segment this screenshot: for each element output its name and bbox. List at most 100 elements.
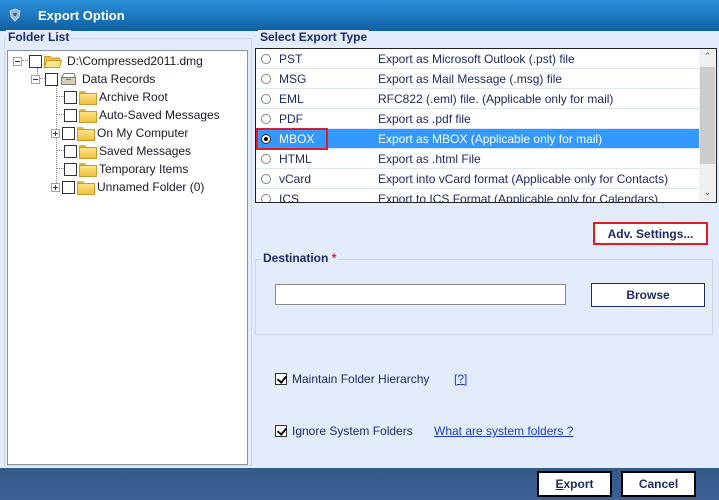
tree-node-temporary-items[interactable]: Temporary Items [64, 160, 188, 178]
footer-bar: Export Cancel [0, 468, 719, 500]
export-option-ics[interactable]: ICS Export to ICS Format (Applicable onl… [256, 189, 699, 203]
folder-icon [79, 109, 97, 123]
export-option-name: ICS [279, 191, 300, 203]
open-folder-icon [44, 55, 62, 68]
export-option-vcard[interactable]: vCard Export into vCard format (Applicab… [256, 169, 699, 189]
destination-input[interactable] [275, 284, 566, 305]
ignore-system-folders-checkbox[interactable] [275, 425, 287, 437]
folder-icon [79, 145, 97, 159]
folder-icon [79, 163, 97, 177]
tree-checkbox[interactable] [29, 54, 42, 68]
folder-icon [77, 181, 95, 195]
export-option-description: RFC822 (.eml) file. (Applicable only for… [378, 91, 614, 106]
export-option-description: Export as MBOX (Applicable only for mail… [378, 131, 603, 146]
tree-node-label: Temporary Items [99, 162, 189, 176]
export-option-name: EML [279, 91, 304, 106]
radio-button[interactable] [261, 54, 271, 64]
tree-checkbox[interactable] [45, 72, 58, 86]
tree-checkbox[interactable] [64, 90, 77, 104]
export-button[interactable]: Export [537, 471, 612, 497]
export-option-msg[interactable]: MSG Export as Mail Message (.msg) file [256, 69, 699, 89]
radio-button[interactable] [261, 154, 271, 164]
required-marker: * [331, 251, 337, 265]
export-option-description: Export as .html File [378, 151, 481, 166]
tree-node-label: Archive Root [99, 90, 168, 104]
tree-connector [56, 114, 64, 115]
tree-node-data-records[interactable]: Data Records [31, 70, 155, 88]
tree-connector [56, 150, 64, 151]
collapse-icon[interactable] [31, 74, 40, 84]
radio-button[interactable] [261, 194, 271, 202]
tree-checkbox[interactable] [64, 108, 77, 122]
export-option-name: HTML [279, 151, 312, 166]
scrollbar-thumb[interactable] [700, 67, 715, 164]
tree-checkbox[interactable] [64, 144, 77, 158]
destination-label-text: Destination [263, 251, 329, 265]
data-records-icon [60, 73, 77, 85]
app-logo-icon [9, 8, 21, 22]
expand-icon[interactable] [51, 128, 60, 138]
ignore-system-folders-option[interactable]: Ignore System Folders [275, 424, 413, 438]
tree-node-label: D:\Compressed2011.dmg [67, 54, 203, 68]
tree-node-on-my-computer[interactable]: On My Computer [51, 124, 188, 142]
maintain-hierarchy-label: Maintain Folder Hierarchy [292, 372, 430, 386]
export-option-html[interactable]: HTML Export as .html File [256, 149, 699, 169]
tree-connector [56, 96, 64, 97]
collapse-icon[interactable] [13, 56, 22, 66]
tree-node-auto-saved[interactable]: Auto-Saved Messages [64, 106, 220, 124]
maintain-hierarchy-checkbox[interactable] [275, 373, 287, 385]
export-option-pst[interactable]: PST Export as Microsoft Outlook (.pst) f… [256, 49, 699, 69]
tree-node-saved-messages[interactable]: Saved Messages [64, 142, 191, 160]
radio-button[interactable] [261, 74, 271, 84]
scroll-down-icon[interactable]: ⌄ [699, 185, 716, 202]
scroll-up-icon[interactable]: ⌃ [699, 49, 716, 66]
export-option-description: Export as .pdf file [378, 111, 471, 126]
export-option-description: Export to ICS Format (Applicable only fo… [378, 191, 659, 203]
export-type-label: Select Export Type [258, 30, 370, 44]
mbox-highlight-box [256, 128, 328, 150]
destination-label: Destination * [261, 251, 339, 265]
tree-node-label: On My Computer [97, 126, 189, 140]
export-option-description: Export into vCard format (Applicable onl… [378, 171, 669, 186]
tree-node-label: Saved Messages [99, 144, 192, 158]
export-accelerator: E [555, 477, 564, 491]
export-option-eml[interactable]: EML RFC822 (.eml) file. (Applicable only… [256, 89, 699, 109]
hierarchy-help-link[interactable]: [?] [454, 372, 467, 386]
tree-node-unnamed-folder[interactable]: Unnamed Folder (0) [51, 178, 204, 196]
tree-node-archive-root[interactable]: Archive Root [64, 88, 168, 106]
system-folders-help-link[interactable]: What are system folders ? [434, 424, 573, 438]
title-bar: Export Option [0, 0, 719, 31]
export-option-name: vCard [279, 171, 312, 186]
radio-button[interactable] [261, 94, 271, 104]
export-option-name: PST [279, 51, 303, 66]
export-label: xport [563, 477, 594, 491]
browse-button[interactable]: Browse [591, 283, 705, 307]
export-option-pdf[interactable]: PDF Export as .pdf file [256, 109, 699, 129]
tree-checkbox[interactable] [62, 126, 75, 140]
expand-icon[interactable] [51, 182, 60, 192]
export-option-description: Export as Microsoft Outlook (.pst) file [378, 51, 575, 66]
export-option-description: Export as Mail Message (.msg) file [378, 71, 563, 86]
tree-node-root[interactable]: D:\Compressed2011.dmg [13, 52, 203, 70]
tree-checkbox[interactable] [62, 180, 75, 194]
tree-node-label: Unnamed Folder (0) [97, 180, 205, 194]
radio-button[interactable] [261, 114, 271, 124]
export-option-name: MSG [279, 71, 307, 86]
tree-connector [56, 168, 64, 169]
folder-icon [79, 91, 97, 105]
export-option-name: PDF [279, 111, 303, 126]
window-title: Export Option [38, 8, 125, 23]
folder-tree[interactable]: D:\Compressed2011.dmg Data Records Archi… [7, 50, 248, 465]
tree-node-label: Data Records [82, 72, 156, 86]
tree-checkbox[interactable] [64, 162, 77, 176]
folder-icon [77, 127, 95, 141]
radio-button[interactable] [261, 174, 271, 184]
export-list-scrollbar[interactable]: ⌃ ⌄ [699, 49, 716, 202]
maintain-hierarchy-option[interactable]: Maintain Folder Hierarchy [275, 372, 429, 386]
ignore-system-folders-label: Ignore System Folders [292, 424, 413, 438]
tree-node-label: Auto-Saved Messages [99, 108, 220, 122]
export-type-list[interactable]: PST Export as Microsoft Outlook (.pst) f… [255, 48, 717, 203]
folder-list-label: Folder List [6, 30, 72, 44]
adv-settings-button[interactable]: Adv. Settings... [593, 222, 708, 245]
cancel-button[interactable]: Cancel [621, 471, 696, 497]
